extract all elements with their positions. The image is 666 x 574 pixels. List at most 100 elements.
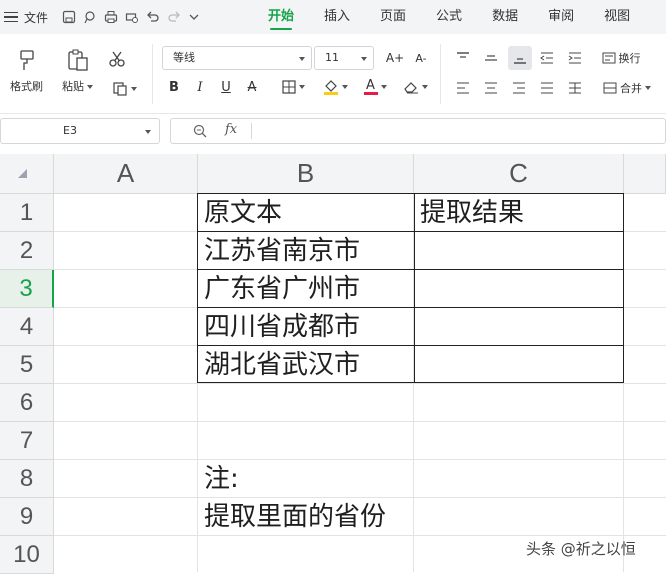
column-header-c[interactable]: C [414,154,624,194]
row-header-7[interactable]: 7 [0,422,54,460]
merge-cells-button[interactable]: 合并 [596,78,658,98]
align-right-button[interactable] [508,78,530,98]
copy-icon[interactable] [106,78,142,100]
redo-icon[interactable] [167,10,181,24]
select-all-corner[interactable] [0,154,54,194]
grow-font-label: A+ [385,51,405,65]
quick-access-toolbar [62,10,200,24]
grid-line [54,421,666,422]
clear-format-button[interactable] [398,76,432,98]
tab-formula[interactable]: 公式 [436,0,462,34]
border-icon [281,80,296,94]
cell-b3[interactable]: 广东省广州市 [198,270,360,308]
grid-line [54,459,666,460]
indent-icon [568,52,581,64]
strikethrough-label: A [247,79,257,95]
tab-insert[interactable]: 插入 [324,0,350,34]
file-menu[interactable]: 文件 [24,9,48,26]
shrink-font-label: A- [415,51,427,65]
bold-label: B [169,79,179,95]
row-header-8[interactable]: 8 [0,460,54,498]
merge-icon [603,82,617,94]
distribute-button[interactable] [564,78,586,98]
cell-reference: E3 [63,124,77,137]
column-header-a[interactable]: A [54,154,198,194]
spreadsheet-grid[interactable]: A B C 1 2 3 4 5 6 7 8 9 10 原文本 提取结果 江苏省南… [0,154,666,574]
row-header-5[interactable]: 5 [0,346,54,384]
shrink-font-button[interactable]: A- [410,48,432,68]
print-icon[interactable] [104,10,118,24]
export-icon[interactable] [83,10,97,24]
paste-label: 粘贴 [62,80,84,93]
row-header-4[interactable]: 4 [0,308,54,346]
align-left-button[interactable] [452,78,474,98]
row-header-2[interactable]: 2 [0,232,54,270]
tab-page[interactable]: 页面 [380,0,406,34]
align-bottom-button[interactable] [508,46,532,70]
fx-label[interactable]: fx [225,122,237,137]
save-icon[interactable] [62,10,76,24]
align-center-button[interactable] [480,78,502,98]
formula-input[interactable]: fx [170,118,666,144]
cell-b4[interactable]: 四川省成都市 [198,308,360,346]
more-chevron-icon[interactable] [188,10,200,24]
cell-b8[interactable]: 注: [198,460,239,498]
underline-label: U [221,79,231,95]
cut-icon[interactable] [106,48,128,70]
font-color-button[interactable]: A [358,76,392,98]
underline-button[interactable]: U [216,76,236,98]
cell-b9[interactable]: 提取里面的省份 [198,498,386,536]
increase-indent-button[interactable] [564,48,586,68]
cell-b5[interactable]: 湖北省武汉市 [198,346,360,384]
undo-icon[interactable] [146,10,160,24]
fill-color-button[interactable] [318,76,352,98]
justify-button[interactable] [536,78,558,98]
tab-home[interactable]: 开始 [268,0,294,34]
row-header-3[interactable]: 3 [0,270,54,308]
format-painter-icon [19,50,34,70]
format-painter-button[interactable]: 格式刷 [10,46,43,94]
ribbon-tabs: 开始 插入 页面 公式 数据 审阅 视图 [268,0,660,34]
merge-label: 合并 [620,82,642,95]
ribbon-toolbar: 格式刷 粘贴 等线 11 A+ A- B I U A A 换行 合并 [0,34,666,114]
paste-icon [67,49,88,71]
font-size-value: 11 [325,51,339,64]
column-header-d[interactable] [624,154,666,194]
paste-button[interactable]: 粘贴 [62,46,93,94]
tab-view[interactable]: 视图 [604,0,630,34]
print-preview-icon[interactable] [125,10,139,24]
fill-bucket-icon [323,80,338,95]
italic-label: I [197,79,203,95]
align-top-button[interactable] [452,48,474,68]
column-header-b[interactable]: B [198,154,414,194]
font-color-glyph: A [366,77,375,93]
bold-button[interactable]: B [164,76,184,98]
justify-icon [541,82,553,94]
cell-b1[interactable]: 原文本 [198,194,282,232]
zoom-icon[interactable] [193,124,207,138]
name-box[interactable]: E3 [0,118,160,144]
decrease-indent-button[interactable] [536,48,558,68]
row-header-9[interactable]: 9 [0,498,54,536]
tab-data[interactable]: 数据 [492,0,518,34]
row-header-10[interactable]: 10 [0,536,54,574]
font-name-value: 等线 [173,51,195,64]
italic-button[interactable]: I [190,76,210,98]
strikethrough-button[interactable]: A [242,76,262,98]
watermark: 头条 @祈之以恒 [526,540,636,558]
cell-b2[interactable]: 江苏省南京市 [198,232,360,270]
align-middle-button[interactable] [480,48,502,68]
border-button[interactable] [276,76,310,98]
wrap-text-button[interactable]: 换行 [596,48,646,68]
row-header-1[interactable]: 1 [0,194,54,232]
grow-font-button[interactable]: A+ [384,48,406,68]
font-size-select[interactable]: 11 [314,46,374,70]
font-name-select[interactable]: 等线 [162,46,312,70]
formula-bar: E3 fx [0,118,666,144]
align-left-icon [457,82,469,94]
menu-icon[interactable] [4,11,18,23]
cell-c1[interactable]: 提取结果 [414,194,524,232]
tab-review[interactable]: 审阅 [548,0,574,34]
row-header-6[interactable]: 6 [0,384,54,422]
wrap-text-label: 换行 [618,52,641,65]
